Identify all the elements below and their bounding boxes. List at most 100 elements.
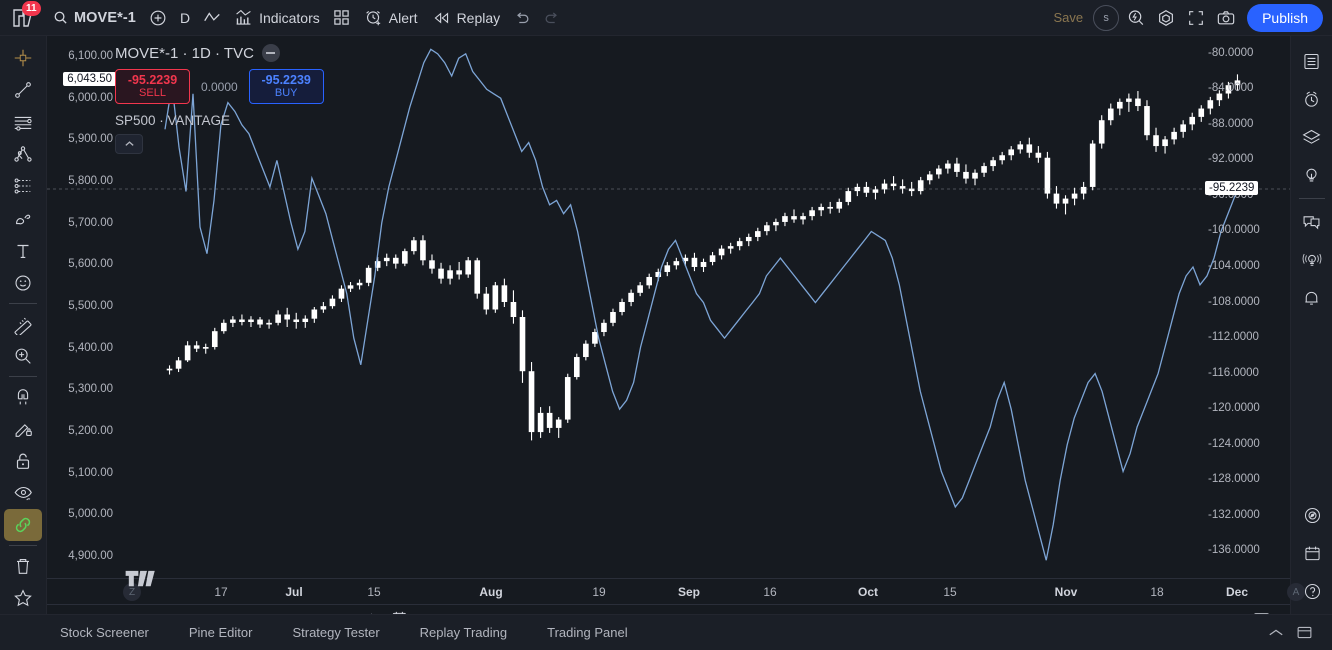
- chart-type-button[interactable]: [197, 4, 227, 32]
- add-symbol-button[interactable]: [143, 4, 173, 32]
- time-axis-tick: 17: [214, 585, 228, 599]
- hotlist-ideas-icon[interactable]: [1295, 156, 1329, 194]
- left-axis-tick: 6,000.00: [68, 91, 113, 104]
- buy-label: BUY: [274, 87, 298, 99]
- tab-strategy-tester[interactable]: Strategy Tester: [279, 620, 392, 645]
- expand-panel-chevron-icon[interactable]: [1262, 619, 1290, 647]
- buy-order-button[interactable]: -95.2239 BUY: [248, 69, 324, 104]
- chevron-up-icon: [124, 141, 134, 146]
- favorites-star-icon[interactable]: [4, 582, 42, 614]
- time-axis-tick: 15: [367, 585, 381, 599]
- link-sync-icon[interactable]: [4, 509, 42, 542]
- candle-body: [474, 260, 481, 294]
- chat-bubbles-icon[interactable]: [1295, 203, 1329, 241]
- data-window-layers-icon[interactable]: [1295, 118, 1329, 156]
- hide-drawings-eye-icon[interactable]: [4, 477, 42, 509]
- hide-series-icon[interactable]: [261, 44, 280, 62]
- time-axis-tick: Dec: [1225, 585, 1249, 599]
- candle-body: [510, 301, 517, 318]
- zoom-in-icon[interactable]: [4, 340, 42, 372]
- replay-rewind-icon: [434, 11, 448, 24]
- move-line-series: [164, 48, 1243, 561]
- measure-ruler-icon[interactable]: [4, 308, 42, 340]
- candle-body: [420, 240, 426, 261]
- brushes-pattern-icon[interactable]: [4, 170, 42, 202]
- time-axis-tick: Nov: [1054, 585, 1078, 599]
- indicators-button[interactable]: Indicators: [227, 4, 327, 32]
- alert-button[interactable]: Alert: [357, 4, 425, 32]
- candle-body: [302, 318, 309, 323]
- alerts-clock-icon[interactable]: [1295, 80, 1329, 118]
- left-current-price-tag[interactable]: 6,043.50: [63, 72, 116, 87]
- candle-body: [646, 276, 653, 286]
- right-axis-tick: -124.0000: [1208, 437, 1260, 450]
- collapse-legend-button[interactable]: [115, 134, 143, 154]
- drawing-mode-pencil-icon[interactable]: [4, 413, 42, 445]
- undo-button[interactable]: [507, 4, 537, 32]
- toolbar-divider-2: [9, 375, 37, 377]
- left-axis-tick: 5,800.00: [68, 174, 113, 187]
- plus-circle-icon: [150, 10, 166, 25]
- fib-pitchfork-icon[interactable]: [4, 138, 42, 170]
- redo-button[interactable]: [537, 4, 567, 32]
- user-layout-button[interactable]: s: [1091, 4, 1121, 32]
- fullscreen-button[interactable]: [1181, 4, 1211, 32]
- tab-replay-trading[interactable]: Replay Trading: [407, 620, 520, 645]
- watchlist-icon[interactable]: [1295, 42, 1329, 80]
- symbol-search-button[interactable]: MOVE*-1: [46, 4, 143, 32]
- left-price-axis[interactable]: 6,100.00 6,000.00 5,900.00 5,800.00 5,700.00…: [47, 36, 119, 578]
- chart-container[interactable]: MOVE*-1 · 1D · TVC -95.2239 SELL 0.0000 …: [47, 36, 1305, 629]
- candle-body: [736, 241, 743, 247]
- candle-body: [1171, 131, 1177, 140]
- spread-value: 0.0000: [201, 79, 238, 94]
- time-axis[interactable]: Z A 17 Jul 15 Aug 19 Sep 16 Oct 15 Nov 18 Dec: [47, 578, 1305, 604]
- right-current-price-tag[interactable]: -95.2239: [1205, 181, 1259, 196]
- object-tree-compass-icon[interactable]: [1295, 496, 1329, 534]
- calendar-icon[interactable]: [1295, 534, 1329, 572]
- candle-body: [365, 267, 372, 283]
- replay-button[interactable]: Replay: [425, 4, 508, 32]
- horizontal-lines-tool-icon[interactable]: [4, 106, 42, 138]
- toolbar-divider: [9, 302, 37, 304]
- publish-button[interactable]: Publish: [1247, 3, 1323, 32]
- legend-secondary-series[interactable]: SP500 · VANTAGE: [115, 113, 324, 128]
- candle-body: [1062, 198, 1069, 204]
- tab-trading-panel[interactable]: Trading Panel: [534, 620, 640, 645]
- notification-badge[interactable]: 11: [22, 0, 41, 16]
- magnet-mode-icon[interactable]: [4, 381, 42, 413]
- layouts-button[interactable]: [327, 4, 357, 32]
- indicators-label: Indicators: [259, 9, 320, 26]
- sell-order-button[interactable]: -95.2239 SELL: [115, 69, 190, 104]
- notifications-bell-icon[interactable]: [1295, 279, 1329, 317]
- snapshot-button[interactable]: [1211, 4, 1241, 32]
- tab-pine-editor[interactable]: Pine Editor: [176, 620, 266, 645]
- broadcast-ideas-icon[interactable]: [1295, 241, 1329, 279]
- right-price-axis[interactable]: -80.0000-84.0000-88.0000-92.0000-96.0000…: [1200, 36, 1290, 578]
- crosshair-cursor-icon[interactable]: [4, 42, 42, 74]
- candle-body: [863, 186, 870, 193]
- save-button[interactable]: Save: [1045, 10, 1091, 25]
- interval-button[interactable]: D: [173, 4, 197, 32]
- candle-body: [745, 236, 752, 242]
- right-axis-tick: -120.0000: [1208, 402, 1260, 415]
- trend-line-icon[interactable]: [4, 74, 42, 106]
- quick-search-button[interactable]: [1121, 4, 1151, 32]
- text-tool-icon[interactable]: [4, 235, 42, 267]
- chart-settings-button[interactable]: [1151, 4, 1181, 32]
- candle-body: [311, 309, 318, 319]
- remove-drawings-trash-icon[interactable]: [4, 550, 42, 582]
- brush-draw-icon[interactable]: [4, 202, 42, 234]
- emoji-sticker-icon[interactable]: [4, 267, 42, 299]
- candle-body: [1008, 149, 1015, 156]
- tradingview-logo-button[interactable]: 11: [0, 0, 46, 36]
- panel-toggle-icon[interactable]: [1290, 619, 1318, 647]
- candle-body: [275, 314, 281, 323]
- candle-body: [727, 246, 734, 249]
- left-axis-tick: 5,200.00: [68, 425, 113, 438]
- tab-stock-screener[interactable]: Stock Screener: [47, 620, 162, 645]
- lock-drawings-icon[interactable]: [4, 445, 42, 477]
- candle-body: [628, 292, 634, 302]
- timezone-badge-right[interactable]: A: [1287, 583, 1305, 601]
- candle-body: [1180, 124, 1186, 132]
- layout-initial-badge[interactable]: s: [1093, 4, 1120, 31]
